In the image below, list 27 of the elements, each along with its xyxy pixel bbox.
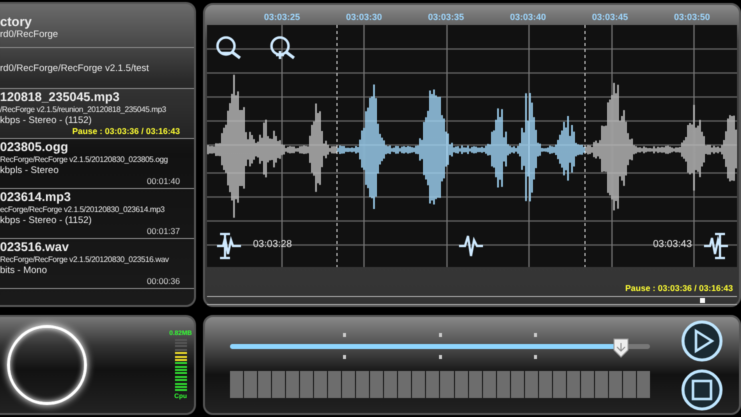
overview-track[interactable] — [207, 296, 737, 305]
start-marker-time: 03:03:28 — [253, 239, 292, 250]
start-marker-icon[interactable] — [215, 231, 243, 261]
end-marker-icon[interactable] — [702, 231, 730, 261]
zoom-in-icon[interactable] — [269, 35, 297, 61]
stop-button[interactable] — [680, 368, 724, 412]
file-item[interactable]: 023805.ogg RecForge/RecForge v2.1.5/20120830_023805.ogg kbpls - Stereo 00:01:40 — [0, 139, 194, 189]
zoom-out-icon[interactable] — [215, 35, 243, 61]
file-item[interactable]: 023614.mp3 ecForge/RecForge v2.1.5/20120830_023614.mp3 kbps - Stereo - (1152) 00:01:37 — [0, 189, 194, 239]
seek-slider[interactable] — [230, 336, 650, 358]
end-marker-time: 03:03:43 — [653, 239, 692, 250]
ruler-time-label: 03:03:25 — [262, 11, 302, 24]
overview-position-marker[interactable] — [700, 298, 705, 303]
playback-status: Pause : 03:03:36 / 03:16:43 — [624, 282, 734, 293]
folder-item[interactable]: rd0/RecForge/RecForge v2.1.5/test — [0, 48, 194, 89]
play-button[interactable] — [680, 318, 724, 362]
ruler-time-label: 03:03:35 — [426, 11, 466, 24]
ruler-time-label: 03:03:45 — [590, 11, 630, 24]
directory-path: rd0/RecForge — [0, 29, 60, 40]
ruler-time-label: 03:03:30 — [344, 11, 384, 24]
file-item[interactable]: 120818_235045.mp3 /RecForge v2.1.5/reunion_20120818_235045.mp3 kbps - Stereo - (1152) Pause : 03:03:36 / 03:16:43 — [0, 89, 194, 139]
file-item[interactable]: 023516.wav RecForge/RecForge v2.1.5/20120830_023516.wav bits - Mono 00:00:36 — [0, 239, 194, 289]
ruler-time-label: 03:03:50 — [672, 11, 712, 24]
seek-slider-thumb[interactable] — [612, 336, 630, 358]
directory-title: ctory — [0, 14, 33, 29]
record-ring-button[interactable] — [7, 325, 87, 405]
ruler-time-label: 03:03:40 — [508, 11, 548, 24]
